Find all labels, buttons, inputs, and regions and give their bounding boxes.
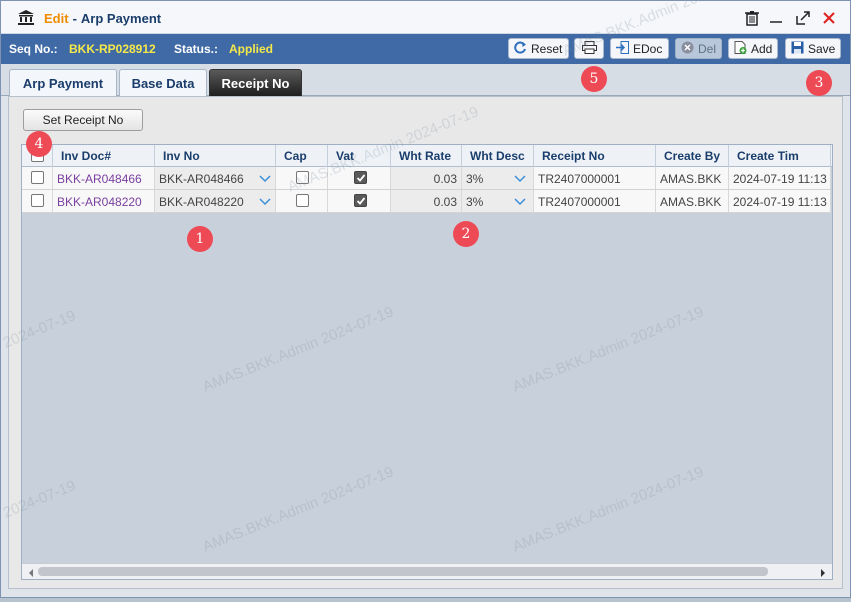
arp-payment-window: Edit - Arp Payment Seq No.: BKK-RP028912 S… — [0, 0, 851, 598]
create-time-cell: 2024-07-19 11:13 — [729, 167, 831, 189]
add-icon — [734, 40, 747, 57]
row-select-cell — [22, 167, 53, 189]
inv-no-value: BKK-AR048220 — [159, 195, 244, 209]
inv-doc-link[interactable]: BKK-AR048466 — [53, 167, 155, 189]
annotation-badge: 1 — [187, 226, 213, 252]
col-create-time[interactable]: Create Tim — [729, 145, 831, 167]
edoc-icon — [616, 40, 629, 57]
reset-button[interactable]: Reset — [508, 38, 569, 59]
status-value: Applied — [229, 42, 273, 56]
col-inv-no[interactable]: Inv No — [155, 145, 276, 167]
vat-checkbox[interactable] — [354, 171, 367, 184]
chevron-down-icon[interactable] — [259, 173, 271, 183]
scroll-left-icon[interactable] — [26, 567, 36, 577]
edoc-label: EDoc — [633, 41, 663, 56]
row-select-checkbox[interactable] — [31, 171, 44, 184]
row-select-cell — [22, 190, 53, 212]
chevron-down-icon[interactable] — [514, 196, 526, 206]
add-button[interactable]: Add — [728, 38, 778, 59]
print-button[interactable] — [574, 38, 604, 59]
table-row[interactable]: BKK-AR048220 BKK-AR048220 0.03 3% TR2407… — [22, 190, 831, 213]
vat-cell — [328, 190, 391, 212]
title-name: Arp Payment — [80, 11, 162, 26]
receipt-grid: Inv Doc# Inv No Cap Vat Wht Rate Wht Des… — [21, 144, 833, 580]
tab-arp-payment[interactable]: Arp Payment — [9, 69, 117, 96]
info-toolbar: Seq No.: BKK-RP028912 Status.: Applied R… — [1, 34, 850, 64]
scroll-right-icon[interactable] — [818, 567, 828, 577]
create-by-cell: AMAS.BKK — [656, 167, 729, 189]
col-wht-rate[interactable]: Wht Rate — [391, 145, 462, 167]
trash-icon[interactable] — [744, 10, 760, 26]
seq-value: BKK-RP028912 — [69, 42, 156, 56]
close-icon[interactable] — [821, 10, 837, 26]
create-time-cell: 2024-07-19 11:13 — [729, 190, 831, 212]
col-receipt-no[interactable]: Receipt No — [534, 145, 656, 167]
delete-button[interactable]: Del — [675, 38, 722, 59]
title-bar: Edit - Arp Payment — [1, 1, 850, 34]
col-wht-desc[interactable]: Wht Desc — [462, 145, 534, 167]
cap-cell — [276, 167, 328, 189]
seq-label: Seq No.: — [9, 42, 58, 56]
wht-rate-field[interactable]: 0.03 — [391, 167, 462, 189]
wht-rate-field[interactable]: 0.03 — [391, 190, 462, 212]
cap-checkbox[interactable] — [296, 194, 309, 207]
title-separator: - — [72, 11, 77, 26]
horizontal-scrollbar[interactable] — [22, 563, 832, 579]
wht-desc-value: 3% — [466, 172, 484, 186]
edoc-button[interactable]: EDoc — [610, 38, 669, 59]
wht-desc-dropdown[interactable]: 3% — [462, 167, 534, 189]
annotation-badge: 5 — [581, 66, 607, 92]
vat-cell — [328, 167, 391, 189]
vat-checkbox[interactable] — [354, 194, 367, 207]
delete-label: Del — [698, 41, 717, 56]
add-label: Add — [751, 41, 773, 56]
tab-receipt-no[interactable]: Receipt No — [209, 69, 302, 96]
title-mode: Edit — [44, 11, 69, 26]
bottom-strip — [0, 598, 851, 602]
status-label: Status.: — [174, 42, 219, 56]
save-label: Save — [808, 41, 836, 56]
col-vat[interactable]: Vat — [328, 145, 391, 167]
inv-no-dropdown[interactable]: BKK-AR048466 — [155, 167, 276, 189]
receipt-no-cell: TR2407000001 — [534, 167, 656, 189]
minimize-icon[interactable] — [768, 10, 784, 26]
annotation-badge: 3 — [806, 70, 832, 96]
window-title: Edit - Arp Payment — [44, 11, 161, 26]
receipt-no-cell: TR2407000001 — [534, 190, 656, 212]
save-button[interactable]: Save — [785, 38, 841, 59]
col-create-by[interactable]: Create By — [656, 145, 729, 167]
cap-checkbox[interactable] — [296, 171, 309, 184]
annotation-badge: 2 — [453, 221, 479, 247]
cap-cell — [276, 190, 328, 212]
reset-label: Reset — [531, 41, 563, 56]
bank-icon — [18, 10, 34, 25]
wht-desc-value: 3% — [466, 195, 484, 209]
col-cap[interactable]: Cap — [276, 145, 328, 167]
create-by-cell: AMAS.BKK — [656, 190, 729, 212]
chevron-down-icon[interactable] — [259, 196, 271, 206]
inv-no-dropdown[interactable]: BKK-AR048220 — [155, 190, 276, 212]
inv-no-value: BKK-AR048466 — [159, 172, 244, 186]
chevron-down-icon[interactable] — [514, 173, 526, 183]
wht-desc-dropdown[interactable]: 3% — [462, 190, 534, 212]
col-inv-doc[interactable]: Inv Doc# — [53, 145, 155, 167]
reset-icon — [514, 41, 527, 57]
row-select-checkbox[interactable] — [31, 194, 44, 207]
print-icon — [581, 40, 597, 57]
tab-base-data[interactable]: Base Data — [119, 69, 207, 96]
receipt-no-panel: Set Receipt No Inv Doc# Inv No Cap Vat W… — [8, 96, 843, 589]
inv-doc-link[interactable]: BKK-AR048220 — [53, 190, 155, 212]
save-icon — [791, 41, 804, 57]
scrollbar-thumb[interactable] — [38, 567, 768, 576]
annotation-badge: 4 — [26, 131, 52, 157]
delete-icon — [681, 41, 694, 57]
table-row[interactable]: BKK-AR048466 BKK-AR048466 0.03 3% TR2407… — [22, 167, 831, 190]
grid-header: Inv Doc# Inv No Cap Vat Wht Rate Wht Des… — [22, 145, 832, 167]
tab-strip: Arp Payment Base Data Receipt No — [1, 64, 850, 96]
set-receipt-no-button[interactable]: Set Receipt No — [23, 109, 143, 131]
maximize-icon[interactable] — [795, 10, 811, 26]
